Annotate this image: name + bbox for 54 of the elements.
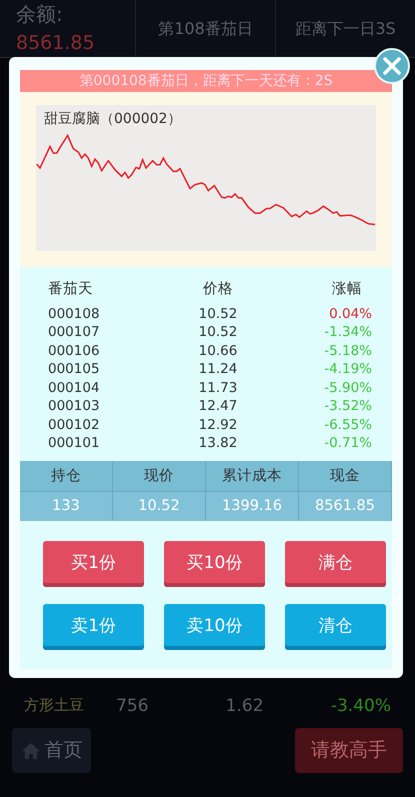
price-cell-text: 10.66 (198, 342, 238, 360)
quantity-text: 756 (116, 695, 150, 718)
buy-button[interactable]: 满仓 (285, 540, 386, 587)
day-cell-text: 000107 (48, 323, 101, 342)
holdings-value: 1399.16 (206, 492, 299, 521)
sell-button[interactable]: 卖1份 (43, 604, 144, 650)
holdings-value: 10.52 (113, 492, 206, 521)
change-cell-text: -0.71% (323, 434, 372, 453)
day-cell-text: 000102 (48, 416, 101, 434)
change-cell-text: -6.55% (323, 416, 372, 434)
day-cell-text: 000103 (48, 397, 101, 416)
holdings-header: 持仓 (20, 460, 113, 492)
stock-name: 方形土豆 (24, 695, 85, 716)
buy-button[interactable]: 买10份 (164, 540, 265, 587)
price-cell-text: 10.52 (198, 304, 238, 324)
change-cell-text: -5.90% (323, 378, 372, 398)
price-cell-text: 12.47 (198, 397, 238, 416)
day-cell-text: 000104 (48, 378, 101, 398)
countdown-label: 距离下一日3S (295, 18, 396, 40)
column-header: 番茄天 (48, 280, 94, 299)
holdings-value: 8561.85 (299, 492, 392, 521)
price-cell-text: 12.92 (198, 416, 238, 434)
holdings-header: 现价 (113, 460, 206, 492)
price-cell-text: 10.52 (198, 323, 238, 342)
price-cell-text: 11.24 (198, 360, 238, 379)
change-text: -3.40% (330, 695, 391, 718)
column-header: 价格 (202, 280, 234, 299)
change-cell-text: 0.04% (328, 304, 372, 324)
holdings-header: 现金 (299, 460, 392, 492)
day-cell-text: 000108 (48, 304, 101, 324)
change-cell-text: -5.18% (323, 342, 372, 360)
day-cell-text: 000105 (48, 360, 101, 379)
day-label: 第108番茄日 (158, 18, 253, 40)
day-cell-text: 000101 (48, 434, 101, 453)
holdings-header: 累计成本 (206, 460, 299, 492)
day-cell-text: 000106 (48, 342, 101, 360)
buy-button[interactable]: 买1份 (43, 540, 144, 587)
change-cell-text: -1.34% (323, 323, 372, 342)
home-button[interactable]: 首页 (12, 728, 91, 773)
home-icon (20, 742, 40, 760)
change-cell-text: -3.52% (323, 397, 372, 416)
change-cell-text: -4.19% (323, 360, 372, 379)
chart-title: 甜豆腐脑（000002） (44, 110, 182, 129)
sell-button[interactable]: 卖10份 (164, 604, 265, 650)
price-cell-text: 11.73 (198, 378, 238, 398)
balance-label: 余额: (16, 1, 64, 28)
column-header: 涨幅 (331, 280, 363, 299)
balance-value: 8561.85 (16, 31, 96, 56)
countdown-banner: 第000108番茄日，距离下一天还有：2S (20, 70, 392, 92)
ask-expert-button[interactable]: 请教高手 (295, 728, 403, 773)
price-cell-text: 13.82 (198, 434, 238, 453)
price-text: 1.62 (226, 695, 265, 718)
sell-button[interactable]: 清仓 (285, 604, 386, 650)
holdings-value: 133 (20, 492, 113, 521)
